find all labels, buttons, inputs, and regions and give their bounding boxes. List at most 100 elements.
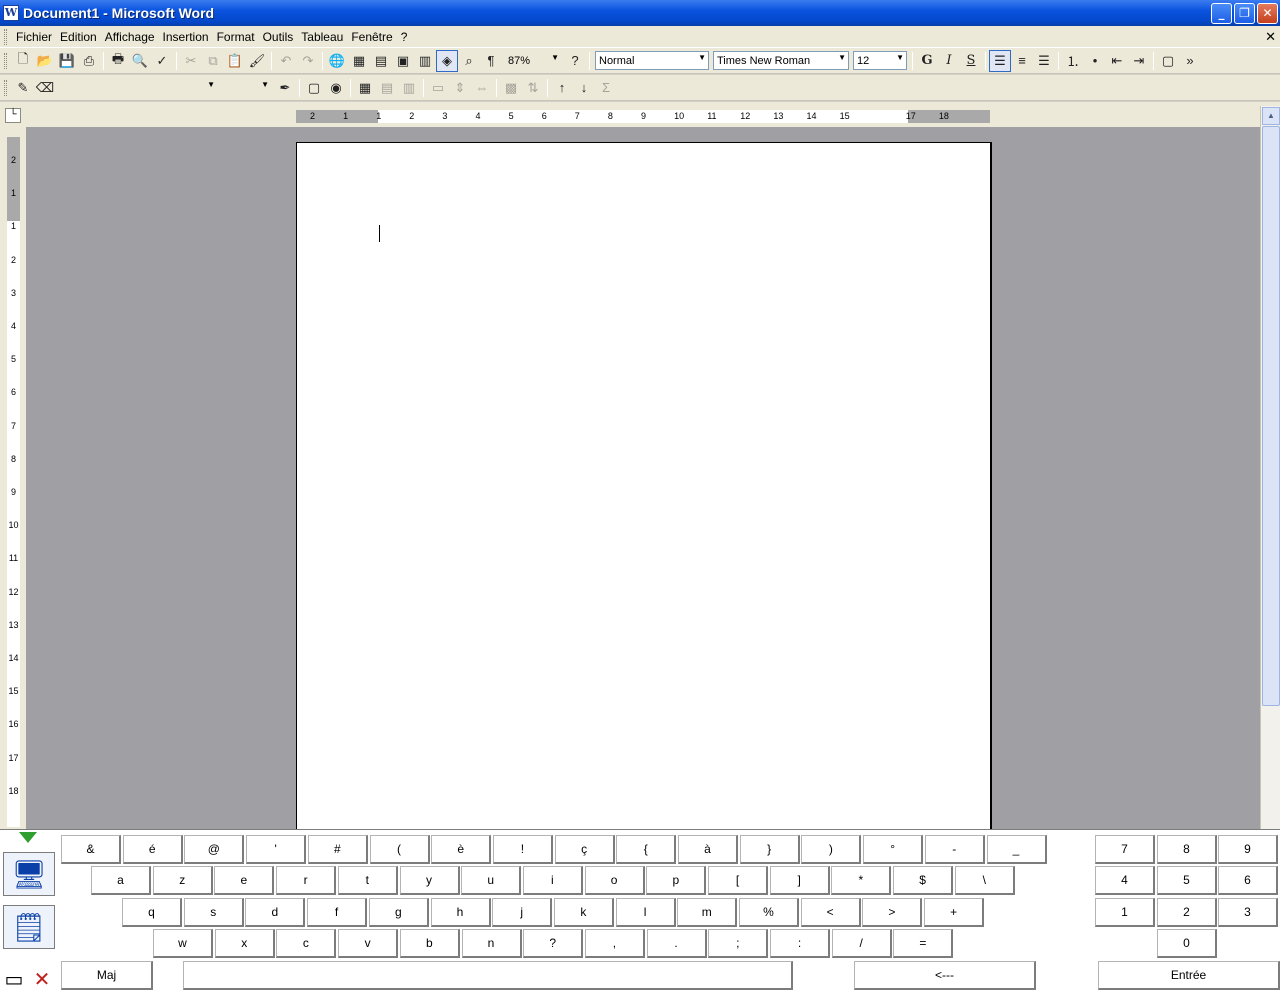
- key-row4[interactable]: w: [153, 929, 213, 958]
- tables-borders-icon[interactable]: ▦: [348, 50, 370, 72]
- toolbar-grip[interactable]: [4, 52, 7, 69]
- table-autoformat-icon[interactable]: ▩: [500, 77, 522, 99]
- notepad-icon[interactable]: 🗒: [3, 905, 55, 949]
- document-page[interactable]: [296, 142, 992, 829]
- toolbar-options-icon[interactable]: »: [1179, 50, 1201, 72]
- hyperlink-icon[interactable]: 🌐: [326, 50, 348, 72]
- numpad-key[interactable]: 4: [1095, 866, 1155, 895]
- key-row1[interactable]: -: [924, 835, 985, 864]
- merge-cells-icon[interactable]: ▤: [376, 77, 398, 99]
- menu-fichier[interactable]: Fichier: [12, 30, 56, 44]
- key-row1[interactable]: ): [801, 835, 862, 864]
- key-row1[interactable]: #: [307, 835, 368, 864]
- zoom-combo[interactable]: 87% ▼: [504, 51, 562, 70]
- key-row2[interactable]: p: [646, 866, 707, 895]
- key-row1[interactable]: !: [492, 835, 553, 864]
- close-keyboard-icon[interactable]: ✕: [30, 968, 54, 991]
- key-row2[interactable]: u: [461, 866, 522, 895]
- key-row4[interactable]: ;: [708, 929, 769, 958]
- distribute-rows-icon[interactable]: ⇕: [449, 77, 471, 99]
- copy-icon[interactable]: ⧉: [202, 50, 224, 72]
- key-row1[interactable]: ': [246, 835, 307, 864]
- key-row4[interactable]: ?: [523, 929, 584, 958]
- decrease-indent-icon[interactable]: ⇤: [1106, 50, 1128, 72]
- key-row4[interactable]: ,: [584, 929, 645, 958]
- key-row3[interactable]: m: [677, 898, 738, 927]
- align-cell-icon[interactable]: ▭: [427, 77, 449, 99]
- key-row2[interactable]: t: [337, 866, 398, 895]
- insert-table-icon[interactable]: ▦: [354, 77, 376, 99]
- menu-grip[interactable]: [4, 28, 7, 45]
- key-row1[interactable]: à: [678, 835, 738, 864]
- key-row3[interactable]: j: [492, 898, 553, 927]
- justify-icon[interactable]: ☰: [1033, 50, 1055, 72]
- scroll-thumb[interactable]: [1262, 126, 1280, 706]
- key-row2[interactable]: $: [893, 866, 954, 895]
- key-row4[interactable]: b: [399, 929, 460, 958]
- key-row1[interactable]: é: [122, 835, 183, 864]
- key-row4[interactable]: /: [831, 929, 892, 958]
- key-row4[interactable]: x: [214, 929, 275, 958]
- key-row4[interactable]: :: [770, 929, 830, 958]
- insert-table-icon[interactable]: ▤: [370, 50, 392, 72]
- key-row3[interactable]: g: [368, 898, 429, 927]
- italic-button[interactable]: I: [938, 50, 960, 72]
- menu-help[interactable]: ?: [397, 30, 412, 44]
- document-map-icon[interactable]: ⌕: [458, 50, 480, 72]
- scroll-up-icon[interactable]: ▲: [1262, 107, 1280, 125]
- key-row3[interactable]: q: [122, 898, 182, 927]
- key-row3[interactable]: h: [430, 898, 491, 927]
- bullets-icon[interactable]: •: [1084, 50, 1106, 72]
- minimize-button[interactable]: _: [1211, 3, 1232, 24]
- numpad-key[interactable]: 9: [1218, 835, 1278, 864]
- menu-format[interactable]: Format: [213, 30, 259, 44]
- word-app-icon[interactable]: W: [3, 5, 19, 21]
- paste-icon[interactable]: 📋: [224, 50, 246, 72]
- drawing-icon[interactable]: ◈: [436, 49, 458, 72]
- bold-button[interactable]: G: [916, 50, 938, 72]
- distribute-columns-icon[interactable]: ⇔: [471, 77, 493, 99]
- autosum-icon[interactable]: Σ: [595, 77, 617, 99]
- key-row4[interactable]: .: [646, 929, 707, 958]
- window-icon[interactable]: ▭: [2, 968, 26, 991]
- key-row2[interactable]: a: [91, 866, 151, 895]
- new-document-icon[interactable]: 🗋: [12, 50, 34, 72]
- underline-button[interactable]: S: [960, 50, 982, 72]
- key-row4[interactable]: v: [338, 929, 399, 958]
- increase-indent-icon[interactable]: ⇥: [1128, 50, 1150, 72]
- show-hide-icon[interactable]: ¶: [480, 50, 502, 72]
- undo-icon[interactable]: ↶: [275, 50, 297, 72]
- vertical-scrollbar[interactable]: ▲: [1260, 106, 1280, 829]
- horizontal-ruler[interactable]: 2 1 1 2 3 4 5 6 7 8 9 10 11 12 13 14 15 17 18: [296, 110, 990, 123]
- menu-affichage[interactable]: Affichage: [101, 30, 159, 44]
- numpad-key[interactable]: 2: [1157, 898, 1217, 927]
- key-row3[interactable]: %: [739, 898, 799, 927]
- cut-icon[interactable]: ✂: [180, 50, 202, 72]
- numpad-key[interactable]: 0: [1157, 929, 1217, 958]
- font-size-combo[interactable]: 12 ▼: [853, 51, 907, 70]
- key-row2[interactable]: ]: [769, 866, 830, 895]
- screen-text-icon[interactable]: 🖥: [3, 852, 55, 896]
- key-row3[interactable]: +: [924, 898, 985, 927]
- open-folder-icon[interactable]: 📂: [34, 50, 56, 72]
- toolbar-grip[interactable]: [4, 79, 7, 96]
- format-painter-icon[interactable]: 🖌: [246, 50, 268, 72]
- menu-edition[interactable]: Edition: [56, 30, 101, 44]
- key-row2[interactable]: e: [214, 866, 275, 895]
- menu-outils[interactable]: Outils: [259, 30, 298, 44]
- key-row2[interactable]: [: [708, 866, 768, 895]
- outside-border-icon[interactable]: ▢: [303, 77, 325, 99]
- collapse-arrow-icon[interactable]: [19, 832, 37, 843]
- numpad-key[interactable]: 7: [1095, 835, 1155, 864]
- numpad-key[interactable]: 8: [1157, 835, 1217, 864]
- print-icon[interactable]: 🖶: [107, 50, 129, 72]
- key-row2[interactable]: i: [522, 866, 583, 895]
- key-row1[interactable]: ç: [554, 835, 615, 864]
- eraser-icon[interactable]: ⌫: [34, 77, 56, 99]
- print-preview-icon[interactable]: 🔍: [129, 50, 151, 72]
- backspace-key[interactable]: <---: [854, 961, 1036, 990]
- enter-key[interactable]: Entrée: [1098, 961, 1280, 990]
- tab-selector[interactable]: └: [5, 108, 21, 123]
- menu-tableau[interactable]: Tableau: [297, 30, 347, 44]
- key-row3[interactable]: l: [615, 898, 676, 927]
